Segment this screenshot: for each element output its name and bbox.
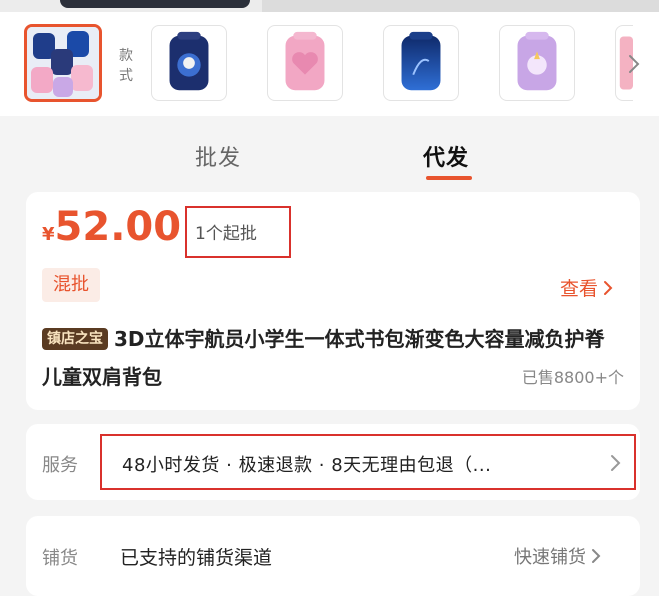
variant-thumb-unicorn[interactable]: [499, 25, 575, 101]
variant-thumb-heart[interactable]: [267, 25, 343, 101]
purchase-mode-tabs: 批发 代发: [12, 122, 647, 188]
product-title: 3D立体宇航员小学生一体式书包渐变色大容量减负护脊儿童双肩背包: [42, 327, 605, 389]
view-link-label: 查看: [560, 278, 599, 300]
blue-gradient-backpack-image: [401, 31, 441, 91]
quick-distribute-label: 快速铺货: [514, 547, 586, 568]
service-guarantees: 48小时发货 · 极速退款 · 8天无理由包退（...: [122, 455, 492, 476]
chevron-right-icon: [590, 547, 602, 565]
variant-thumb-main[interactable]: [24, 24, 102, 102]
currency-symbol: ¥: [42, 224, 55, 245]
tab-wholesale[interactable]: 批发: [195, 140, 241, 172]
distribution-label: 铺货: [42, 548, 78, 569]
service-card[interactable]: 服务 48小时发货 · 极速退款 · 8天无理由包退（...: [26, 424, 640, 500]
product-image-bottom: [60, 0, 250, 8]
service-highlight-box[interactable]: 48小时发货 · 极速退款 · 8天无理由包退（...: [100, 434, 636, 490]
variant-label: 款式: [119, 48, 133, 84]
product-image-bottom-right: [262, 0, 659, 12]
variant-thumb-astronaut[interactable]: [151, 25, 227, 101]
backpack-collection-image: [27, 27, 99, 99]
variant-selector: 款式: [0, 12, 659, 116]
quick-distribute-link[interactable]: 快速铺货: [514, 543, 602, 569]
mixed-batch-badge: 混批: [42, 268, 100, 302]
price-card: ¥52.00 1个起批 混批 查看 镇店之宝 3D立体宇航员小学生一体式书包渐变色…: [26, 192, 640, 410]
view-link[interactable]: 查看: [560, 274, 614, 301]
navy-astronaut-backpack-image: [169, 31, 209, 91]
price: ¥52.00: [42, 204, 181, 250]
chevron-right-icon: [602, 279, 614, 297]
purple-unicorn-backpack-image: [517, 31, 557, 91]
min-order-quantity: 1个起批: [185, 206, 291, 258]
variant-thumb-blue[interactable]: [383, 25, 459, 101]
sold-count: 已售8800+个: [521, 368, 624, 387]
pink-heart-backpack-image: [285, 31, 325, 91]
distribution-card: 铺货 已支持的铺货渠道 快速铺货: [26, 516, 640, 596]
distribution-channels: 已支持的铺货渠道: [120, 547, 273, 569]
chevron-right-icon[interactable]: [622, 50, 646, 78]
product-image-strip: [0, 0, 659, 12]
chevron-right-icon: [609, 452, 623, 474]
service-label: 服务: [42, 455, 78, 476]
active-tab-indicator: [426, 176, 472, 180]
tab-dropship[interactable]: 代发: [423, 140, 469, 172]
store-treasure-badge: 镇店之宝: [42, 328, 108, 350]
price-amount: 52.00: [54, 204, 182, 250]
